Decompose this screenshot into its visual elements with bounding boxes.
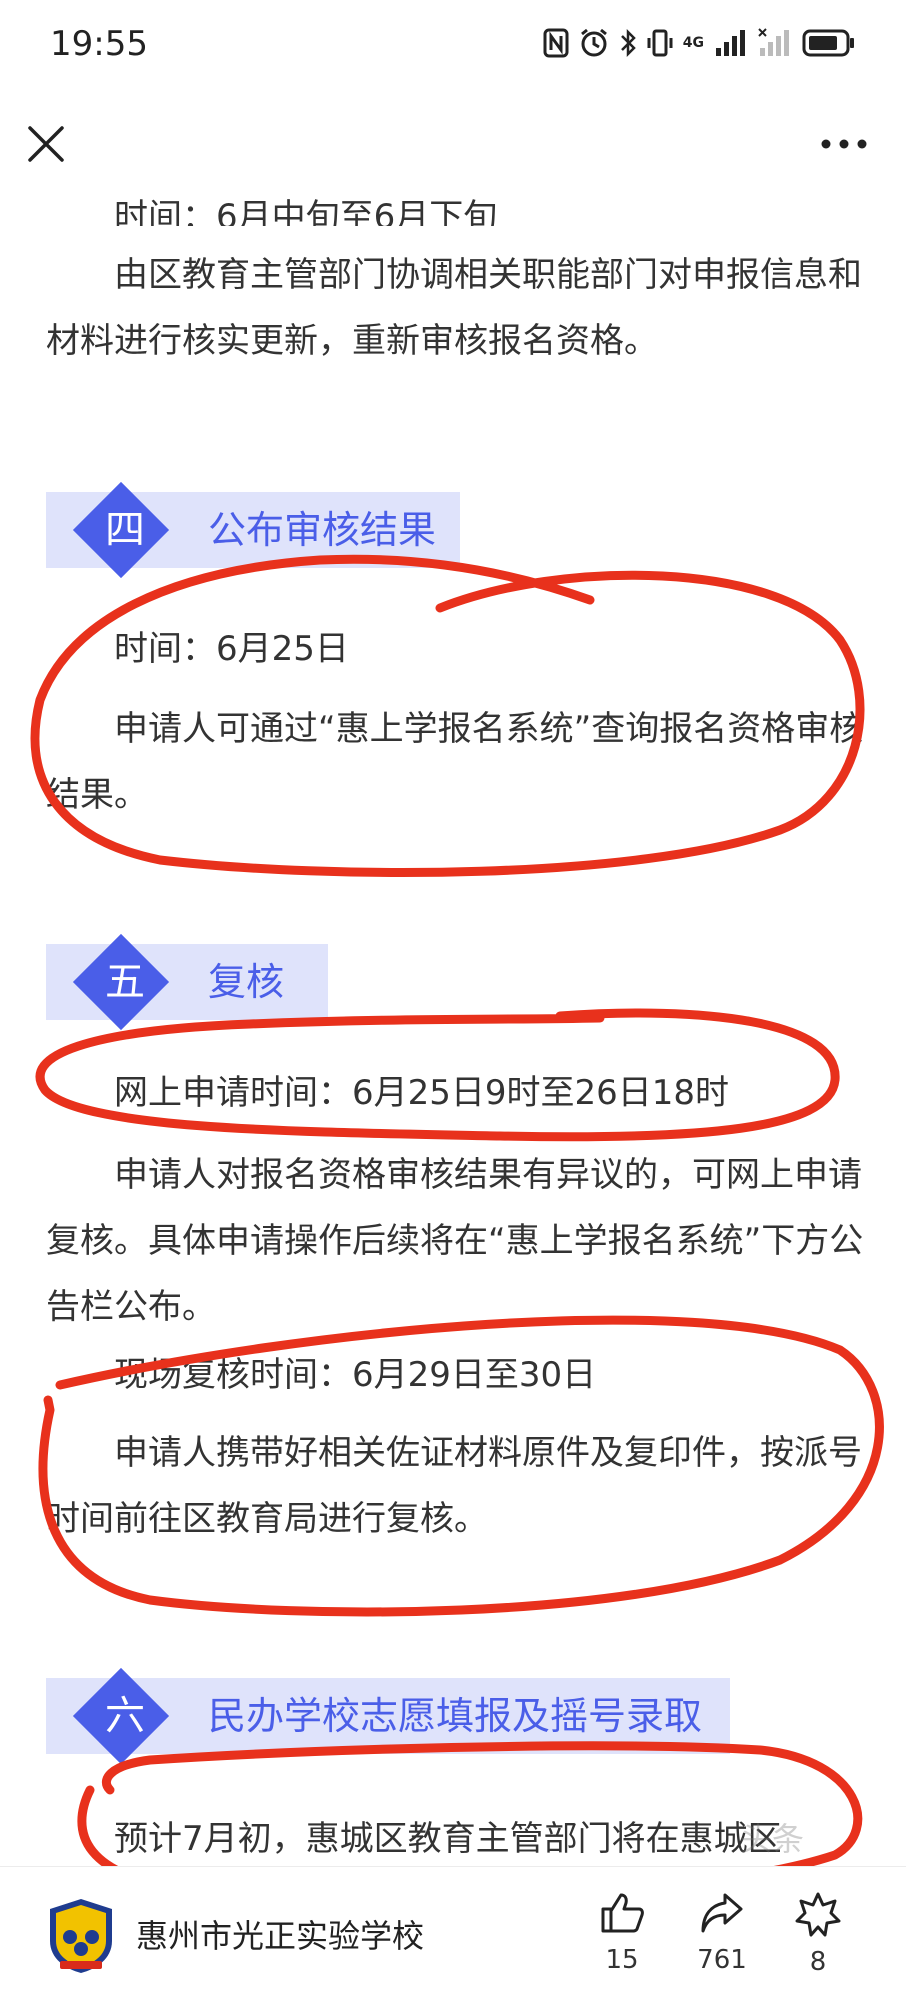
collect-star-icon [795,1892,841,1937]
top-nav [0,90,906,194]
school-logo[interactable] [46,1897,116,1975]
section-5-online-desc: 申请人对报名资格审核结果有异议的，可网上申请复核。具体申请操作后续将在“惠上学报… [46,1155,864,1327]
share-count: 761 [697,1945,747,1975]
section-header-5: 五 复核 [46,933,328,1031]
more-icon [821,139,867,149]
thumbs-up-icon [601,1893,644,1933]
close-icon [28,126,64,162]
clipped-time-line: 时间：6月中旬至6月下旬 [114,197,498,226]
section-5-title: 复核 [208,960,285,1004]
section-5-number: 五 [105,959,145,1005]
section-4-desc: 申请人可通过“惠上学报名系统”查询报名资格审核结果。 [46,709,864,815]
school-logo-icon [50,1899,112,1973]
section-header-6: 六 民办学校志愿填报及摇号录取 [46,1667,730,1765]
status-icons: 4G [543,26,856,60]
alarm-icon [580,28,607,57]
network-type-label: 4G [682,35,704,51]
section-5-onsite-desc: 申请人携带好相关佐证材料原件及复印件，按派号时间前往区教育局进行复核。 [46,1433,862,1539]
section-4-time: 时间：6月25日 [114,629,349,669]
like-count: 15 [605,1945,639,1975]
close-button[interactable] [22,120,70,168]
school-name[interactable]: 惠州市光正实验学校 [136,1911,424,1957]
status-time: 19:55 [50,24,148,64]
like-button[interactable]: 15 [582,1891,662,1975]
share-button[interactable]: 761 [682,1891,762,1975]
section-5-online-time: 网上申请时间：6月25日9时至26日18时 [114,1073,730,1113]
bluetooth-icon [620,28,636,58]
collect-button[interactable]: 8 [778,1891,858,1977]
section-4-number: 四 [105,507,145,553]
battery-icon [802,29,854,57]
recheck-paragraph: 由区教育主管部门协调相关职能部门对申报信息和材料进行核实更新，重新审核报名资格。 [46,255,862,361]
nfc-icon [543,28,569,58]
section-6-number: 六 [105,1693,145,1739]
bottom-bar: 惠州市光正实验学校 15 761 8 [0,1866,906,2001]
section-4-title: 公布审核结果 [208,508,437,552]
article-body: 时间：6月中旬至6月下旬 由区教育主管部门协调相关职能部门对申报信息和材料进行核… [0,186,906,1866]
no-signal-icon [758,28,789,56]
section-header-4: 四 公布审核结果 [46,481,460,579]
more-button[interactable] [818,126,870,162]
signal-icon [716,30,745,56]
section-6-title: 民办学校志愿填报及摇号录取 [208,1694,703,1738]
share-icon [701,1893,743,1933]
status-bar: 19:55 4G [0,0,906,90]
collect-count: 8 [809,1947,827,1977]
vibrate-icon [647,29,673,57]
watermark: 头条 [740,1820,805,1858]
section-5-onsite-time: 现场复核时间：6月29日至30日 [114,1355,597,1395]
